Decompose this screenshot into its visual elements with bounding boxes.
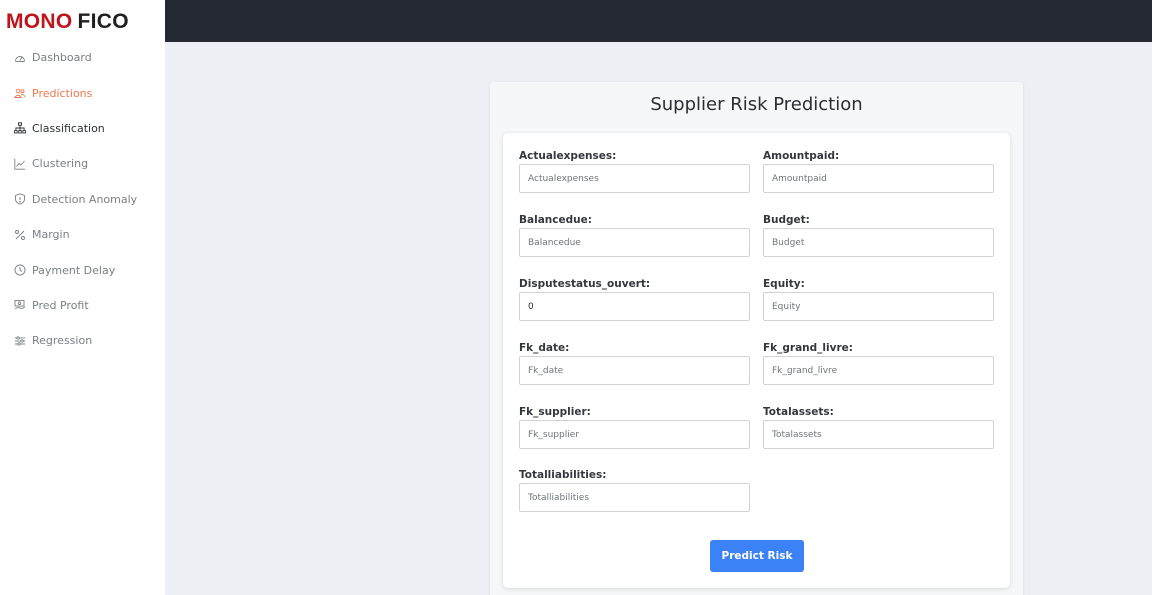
field-label: Fk_grand_livre: [763,342,853,354]
form-field-actualexpenses: Actualexpenses: [519,149,750,193]
form-field-budget: Budget: [763,213,994,257]
shield-icon [14,193,26,205]
fk-grand-livre-input[interactable] [763,356,994,385]
fk-date-input[interactable] [519,356,750,385]
sidebar-item-dashboard[interactable]: Dashboard [0,40,165,75]
field-label: Amountpaid: [763,150,840,162]
gauge-icon [14,52,26,64]
field-label: Totalassets: [763,406,834,418]
sidebar-item-label: Detection Anomaly [32,192,138,206]
field-label: Balancedue: [519,214,592,226]
users-icon [14,87,26,99]
actualexpenses-input[interactable] [519,164,750,193]
brand-logo[interactable]: MONO FICO [6,10,129,34]
form-field-equity: Equity: [763,277,994,321]
sidebar-item-label: Margin [32,228,70,242]
form-field-disputestatus-ouvert: Disputestatus_ouvert: [519,277,750,321]
sidebar-item-label: Predictions [32,86,93,100]
field-label: Budget: [763,214,810,226]
page-title: Supplier Risk Prediction [650,94,863,115]
field-label: Fk_supplier: [519,406,591,418]
sidebar-item-label: Regression [32,334,93,348]
field-label: Fk_date: [519,342,570,354]
sliders-icon [14,335,26,347]
field-label: Disputestatus_ouvert: [519,278,651,290]
totalassets-input[interactable] [763,420,994,449]
sitemap-icon [14,122,26,134]
form-field-totalassets: Totalassets: [763,405,994,449]
sidebar-item-label: Pred Profit [32,298,89,312]
sidebar-item-margin[interactable]: Margin [0,217,165,252]
predict-risk-button[interactable]: Predict Risk [710,540,804,572]
sidebar-item-regression[interactable]: Regression [0,323,165,358]
money-hand-icon [14,299,26,311]
field-label: Actualexpenses: [519,150,617,162]
sidebar-item-classification[interactable]: Classification [0,111,165,146]
field-label: Equity: [763,278,805,290]
disputestatus-ouvert-input[interactable] [519,292,750,321]
clock-icon [14,264,26,276]
form-field-fk-grand-livre: Fk_grand_livre: [763,341,994,385]
sidebar-item-detection-anomaly[interactable]: Detection Anomaly [0,182,165,217]
form-field-fk-supplier: Fk_supplier: [519,405,750,449]
top-bar [165,0,1152,42]
prediction-form: Actualexpenses: Amountpaid: Balancedue: … [503,133,1010,588]
percent-icon [14,229,26,241]
sidebar-item-label: Clustering [32,157,89,171]
sidebar-item-predictions[interactable]: Predictions [0,75,165,110]
brand-logo-part1: MONO [6,10,73,33]
brand-logo-part2: FICO [77,10,129,33]
sidebar-item-label: Classification [32,121,105,135]
equity-input[interactable] [763,292,994,321]
sidebar-item-label: Dashboard [32,51,92,65]
form-field-amountpaid: Amountpaid: [763,149,994,193]
form-field-balancedue: Balancedue: [519,213,750,257]
sidebar-item-clustering[interactable]: Clustering [0,146,165,181]
totalliabilities-input[interactable] [519,483,750,512]
sidebar-item-pred-profit[interactable]: Pred Profit [0,288,165,323]
fk-supplier-input[interactable] [519,420,750,449]
sidebar-item-label: Payment Delay [32,263,116,277]
field-label: Totalliabilities: [519,469,607,481]
sidebar: MONO FICO Dashboard Predictions Classific… [0,0,165,595]
prediction-panel: Supplier Risk Prediction Actualexpenses:… [490,82,1023,595]
form-field-fk-date: Fk_date: [519,341,750,385]
balancedue-input[interactable] [519,228,750,257]
amountpaid-input[interactable] [763,164,994,193]
sidebar-nav: Dashboard Predictions Classification Clu… [0,40,165,359]
sidebar-item-payment-delay[interactable]: Payment Delay [0,252,165,287]
line-chart-icon [14,158,26,170]
budget-input[interactable] [763,228,994,257]
form-field-totalliabilities: Totalliabilities: [519,468,750,512]
